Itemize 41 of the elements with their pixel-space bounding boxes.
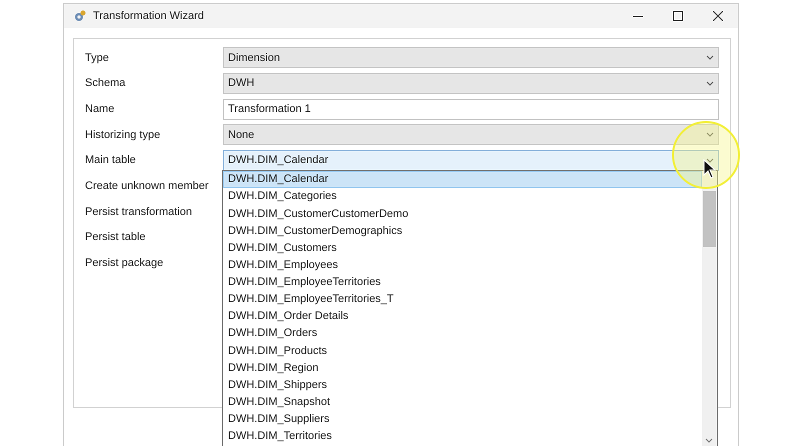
field-label: Create unknown member: [85, 179, 210, 194]
maximize-icon: [673, 11, 683, 21]
close-icon: [713, 11, 723, 21]
dropdown-item[interactable]: DWH.DIM_Products: [223, 342, 702, 360]
dropdown-field[interactable]: Dimension: [223, 47, 719, 68]
field-label: Historizing type: [85, 128, 162, 143]
chevron-down-icon: [706, 81, 714, 86]
chevron-down-icon: [706, 55, 714, 60]
field-label: Persist table: [85, 230, 147, 246]
field-label: Main table: [85, 153, 137, 168]
dropdown-field[interactable]: None: [223, 124, 719, 146]
scroll-down-icon: [705, 438, 713, 443]
dropdown-item[interactable]: DWH.DIM_Employees: [223, 256, 702, 274]
chevron-down-icon: [706, 158, 714, 164]
dropdown-item[interactable]: DWH.DIM_Territories: [223, 428, 702, 445]
chevron-down-icon: [706, 132, 714, 138]
dropdown-item[interactable]: DWH.DIM_CustomerDemographics: [223, 222, 702, 240]
scrollbar-thumb[interactable]: [703, 191, 716, 247]
dropdown-field[interactable]: DWH.DIM_Calendar: [223, 150, 719, 172]
dropdown-item[interactable]: DWH.DIM_Snapshot: [223, 394, 702, 411]
dropdown-item[interactable]: DWH.DIM_EmployeeTerritories_T: [223, 290, 702, 308]
dropdown-item[interactable]: DWH.DIM_Calendar: [223, 171, 702, 188]
dropdown-item[interactable]: DWH.DIM_Order Details: [223, 308, 702, 326]
field-label: Type: [85, 50, 110, 66]
scrollbar[interactable]: [702, 171, 717, 446]
field-label: Schema: [85, 76, 126, 92]
name-field[interactable]: Transformation 1: [223, 98, 719, 120]
dropdown-item[interactable]: DWH.DIM_Shippers: [223, 376, 702, 394]
dropdown-field[interactable]: DWH: [223, 73, 719, 94]
dropdown-item[interactable]: DWH.DIM_Suppliers: [223, 410, 702, 428]
field-label: Name: [85, 102, 116, 117]
field-label: Persist package: [85, 256, 164, 272]
dropdown-item[interactable]: DWH.DIM_Customers: [223, 240, 702, 257]
dropdown-item[interactable]: DWH.DIM_CustomerCustomerDemo: [223, 205, 702, 222]
cursor-highlight: [672, 121, 740, 189]
field-label: Persist transformation: [85, 204, 193, 220]
dropdown-item[interactable]: DWH.DIM_Categories: [223, 188, 702, 206]
window-title: Transformation Wizard: [93, 8, 204, 24]
dropdown-item[interactable]: DWH.DIM_Region: [223, 359, 702, 376]
dropdown-item[interactable]: DWH.DIM_EmployeeTerritories: [223, 274, 702, 291]
dropdown-item[interactable]: DWH.DIM_Orders: [223, 325, 702, 342]
